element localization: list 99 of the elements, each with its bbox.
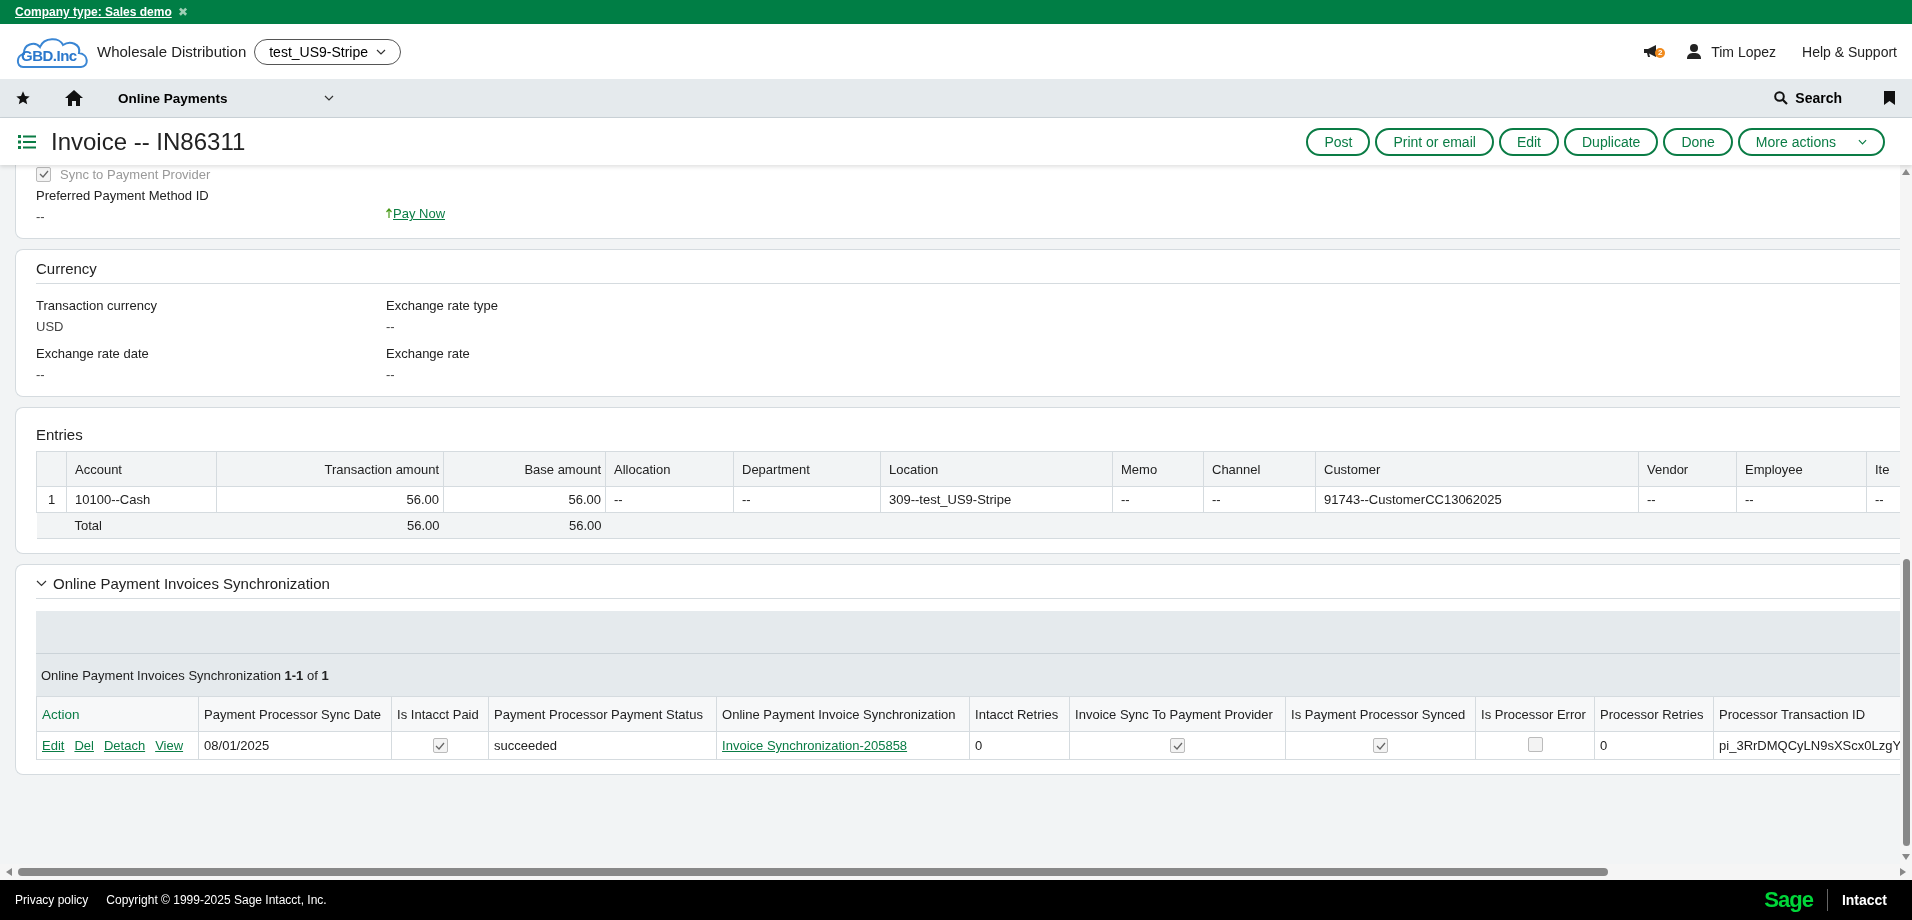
table-cell: -- [1203, 486, 1316, 513]
total-label: Total [66, 512, 217, 539]
pay-now-link[interactable]: Pay Now [393, 206, 446, 221]
table-caption: Online Payment Invoices Synchronization 1-1 of 1 [41, 667, 329, 683]
copyright-text: Copyright © 1999-2025 Sage Intacct, Inc. [106, 893, 327, 907]
table-cell: succeeded [488, 731, 717, 760]
table-cell: 0 [969, 731, 1070, 760]
section-toggle[interactable]: Online Payment Invoices Synchronization [36, 565, 1900, 599]
bookmark-icon[interactable] [1884, 91, 1895, 105]
row-action-link[interactable]: View [155, 738, 184, 753]
action-button[interactable]: Duplicate [1564, 127, 1659, 156]
field-value: -- [386, 367, 396, 382]
total-cell: 56.00 [443, 512, 606, 539]
field-label: Exchange rate [386, 346, 471, 361]
entity-dropdown[interactable]: test_US9-Stripe [254, 38, 402, 65]
field-value: -- [36, 367, 46, 382]
column-header: Employee [1736, 451, 1867, 487]
column-header: Online Payment Invoice Synchronization [716, 696, 970, 732]
table-cell: -- [1736, 486, 1867, 513]
column-header: Vendor [1638, 451, 1737, 487]
close-icon[interactable]: ✖ [177, 5, 188, 19]
table-cell: 309--test_US9-Stripe [880, 486, 1113, 513]
scroll-thumb[interactable] [18, 868, 1608, 876]
help-link[interactable]: Help & Support [1802, 43, 1897, 60]
column-header: Is Processor Error [1475, 696, 1595, 732]
column-header: Base amount [443, 451, 606, 487]
table-cell: -- [605, 486, 734, 513]
column-header: Allocation [605, 451, 734, 487]
module-dropdown[interactable]: Online Payments [118, 90, 334, 106]
home-icon[interactable] [64, 89, 84, 107]
table-cell: 08/01/2025 [198, 731, 392, 760]
column-header: Customer [1315, 451, 1639, 487]
user-menu[interactable]: Tim Lopez [1711, 43, 1777, 60]
row-number: 1 [36, 486, 67, 513]
caret-icon [376, 48, 387, 55]
table-cell: -- [733, 486, 881, 513]
column-header: Channel [1203, 451, 1316, 487]
section-title: Entries [36, 425, 84, 445]
field-value: -- [36, 209, 46, 224]
company-type-link[interactable]: Company type: Sales demo [15, 5, 172, 19]
column-header: Payment Processor Sync Date [198, 696, 392, 732]
caret-icon [1858, 138, 1867, 145]
caret-icon [324, 95, 334, 101]
more-actions-button[interactable]: More actions [1737, 127, 1885, 156]
row-action-link[interactable]: Detach [103, 738, 146, 753]
star-icon[interactable] [15, 90, 31, 106]
column-header: Payment Processor Payment Status [488, 696, 717, 732]
search-button[interactable]: Search [1768, 89, 1848, 107]
field-label: Transaction currency [36, 298, 158, 313]
field-value: USD [36, 319, 65, 334]
table-cell: 91743--CustomerCC13062025 [1315, 486, 1639, 513]
scroll-down-icon[interactable] [1902, 854, 1910, 860]
notification-badge: 2 [1655, 47, 1666, 58]
column-header: Transaction amount [216, 451, 444, 487]
column-header: Is Intacct Paid [391, 696, 489, 732]
action-button[interactable]: Print or email [1375, 127, 1494, 156]
action-button[interactable]: Edit [1498, 127, 1559, 156]
table-cell: -- [1112, 486, 1204, 513]
scroll-thumb[interactable] [1902, 559, 1910, 846]
row-action-link[interactable]: Del [74, 738, 94, 753]
column-header: Memo [1112, 451, 1204, 487]
column-header: Intacct Retries [969, 696, 1070, 732]
table-cell: 56.00 [216, 486, 444, 513]
column-header: Department [733, 451, 881, 487]
company-name: Wholesale Distribution [97, 43, 247, 60]
column-header: Action [36, 696, 199, 732]
column-header: Invoice Sync To Payment Provider [1069, 696, 1286, 732]
table-cell: -- [1638, 486, 1737, 513]
section-title: Currency [36, 250, 1900, 284]
scroll-right-icon[interactable] [1900, 868, 1906, 876]
user-icon [1687, 44, 1702, 59]
action-button[interactable]: Done [1663, 127, 1733, 156]
action-button[interactable]: Post [1306, 127, 1371, 156]
table-cell: 0 [1594, 731, 1714, 760]
column-header: Is Payment Processor Synced [1285, 696, 1476, 732]
arrow-up-icon [386, 208, 392, 218]
table-cell: 10100--Cash [66, 486, 217, 513]
field-label: Exchange rate date [36, 346, 150, 361]
field-label: Exchange rate type [386, 298, 500, 313]
column-header: Ite [1866, 451, 1900, 487]
column-header: Location [880, 451, 1113, 487]
column-header: Account [66, 451, 217, 487]
search-icon [1774, 91, 1789, 105]
table-cell: 56.00 [443, 486, 606, 513]
column-header: Processor Retries [1594, 696, 1714, 732]
scroll-left-icon[interactable] [6, 868, 12, 876]
column-header: Processor Transaction ID [1713, 696, 1900, 732]
checkbox-label: Sync to Payment Provider [60, 166, 211, 182]
row-action-link[interactable]: Edit [42, 738, 65, 753]
field-value: -- [386, 319, 396, 334]
list-icon[interactable] [18, 134, 36, 149]
brand-logo: Sage [1764, 887, 1813, 913]
product-name: Intacct [1841, 892, 1887, 908]
field-label: Preferred Payment Method ID [36, 188, 210, 203]
privacy-policy-link[interactable]: Privacy policy [15, 893, 89, 907]
page-title: Invoice -- IN86311 [51, 127, 246, 156]
chevron-icon [36, 580, 47, 587]
scroll-up-icon[interactable] [1902, 169, 1910, 175]
total-cell: 56.00 [216, 512, 444, 539]
